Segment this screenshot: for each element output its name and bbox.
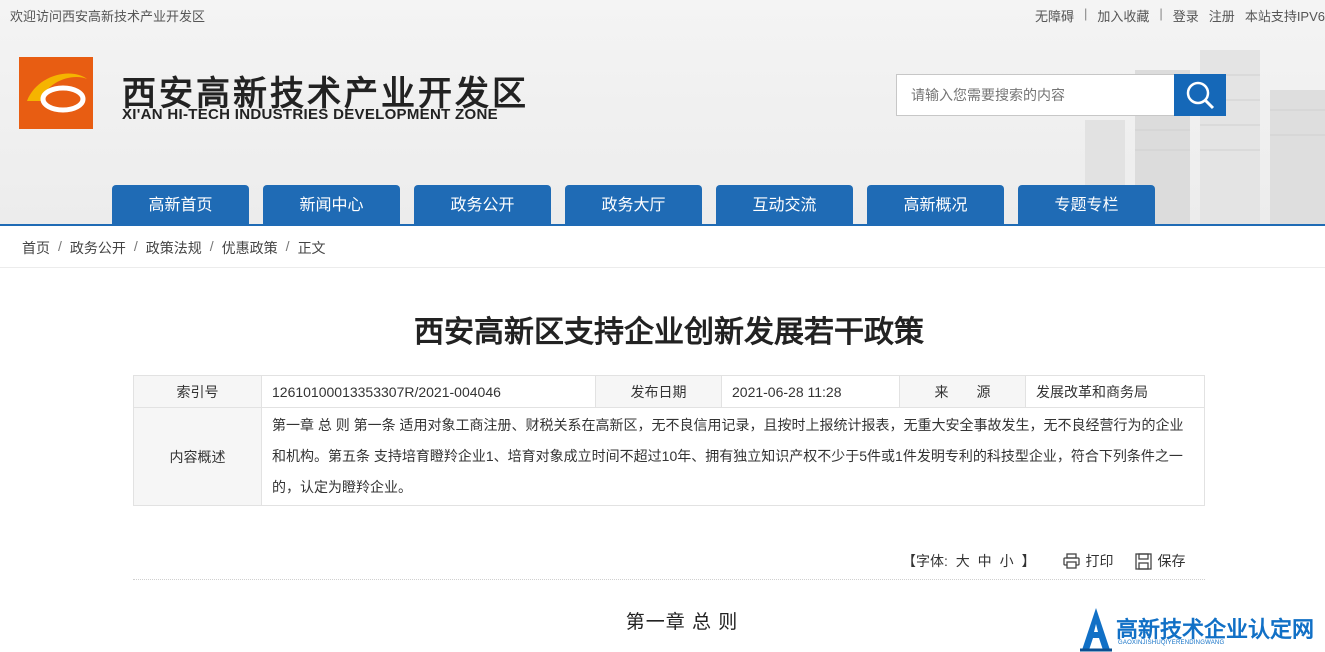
site-watermark-badge: 高新技术企业认定网 GAOXINJISHUQIYERENDINGWANG	[1078, 604, 1325, 652]
login-link[interactable]: 登录	[1173, 6, 1199, 25]
date-label: 发布日期	[595, 375, 722, 408]
top-utility-bar: 欢迎访问西安高新技术产业开发区 无障碍 | 加入收藏 | 登录 注册 本站支持I…	[0, 0, 1325, 28]
source-label: 来 源	[899, 375, 1026, 408]
breadcrumb-separator: /	[209, 238, 214, 254]
save-button[interactable]: 保存	[1135, 551, 1185, 571]
register-link[interactable]: 注册	[1209, 6, 1235, 25]
save-label: 保存	[1157, 553, 1186, 569]
article-tools: 【字体: 大 中 小 】 打印 保存	[902, 551, 1207, 571]
index-label: 索引号	[133, 375, 262, 408]
summary-value: 第一章 总 则 第一条 适用对象工商注册、财税关系在高新区，无不良信用记录，且按…	[261, 407, 1205, 506]
font-size-suffix: 】	[1021, 553, 1036, 569]
search-icon	[1186, 81, 1215, 110]
breadcrumb-preferential-policies[interactable]: 优惠政策	[222, 238, 278, 258]
font-size-control: 【字体: 大 中 小 】	[902, 551, 1039, 571]
breadcrumb-home[interactable]: 首页	[22, 238, 50, 258]
nav-interaction[interactable]: 互动交流	[716, 185, 853, 226]
breadcrumb: 首页 / 政务公开 / 政策法规 / 优惠政策 / 正文	[22, 238, 326, 258]
logo-icon	[19, 57, 93, 129]
nav-service-hall[interactable]: 政务大厅	[565, 185, 702, 226]
link-separator: |	[1083, 6, 1088, 21]
search-input[interactable]	[896, 74, 1176, 116]
breadcrumb-policies[interactable]: 政策法规	[146, 238, 202, 258]
font-small-button[interactable]: 小	[1000, 553, 1014, 569]
main-nav: 高新首页 新闻中心 政务公开 政务大厅 互动交流 高新概况 专题专栏	[112, 185, 1155, 226]
breadcrumb-separator: /	[133, 238, 138, 254]
breadcrumb-separator: /	[58, 238, 62, 254]
top-links: 无障碍 | 加入收藏 | 登录 注册 本站支持IPV6	[1025, 6, 1325, 25]
article-title: 西安高新区支持企业创新发展若干政策	[414, 315, 924, 350]
content-divider	[133, 579, 1205, 580]
ipv6-support-text: 本站支持IPV6	[1244, 9, 1325, 24]
source-value: 发展改革和商务局	[1025, 375, 1205, 408]
accessibility-link[interactable]: 无障碍	[1035, 6, 1074, 25]
nav-underline	[0, 224, 1325, 226]
link-separator: |	[1159, 6, 1163, 21]
welcome-text: 欢迎访问西安高新技术产业开发区	[10, 9, 206, 24]
font-size-prefix: 【字体:	[902, 553, 948, 569]
nav-special-topics[interactable]: 专题专栏	[1018, 185, 1155, 226]
nav-overview[interactable]: 高新概况	[867, 185, 1004, 226]
font-large-button[interactable]: 大	[956, 553, 970, 569]
print-button[interactable]: 打印	[1063, 551, 1113, 571]
save-icon	[1135, 552, 1153, 570]
nav-news[interactable]: 新闻中心	[263, 185, 400, 226]
print-label: 打印	[1085, 553, 1114, 569]
badge-subtitle: GAOXINJISHUQIYERENDINGWANG	[1118, 640, 1225, 646]
breadcrumb-government-affairs[interactable]: 政务公开	[70, 238, 126, 258]
site-title-en: XI'AN HI-TECH INDUSTRIES DEVELOPMENT ZON…	[122, 106, 498, 123]
article-meta-table: 索引号 12610100013353307R/2021-004046 发布日期 …	[133, 375, 1205, 506]
index-value: 12610100013353307R/2021-004046	[261, 375, 596, 408]
nav-government-affairs[interactable]: 政务公开	[414, 185, 551, 226]
printer-icon	[1063, 553, 1081, 569]
search-button[interactable]	[1174, 74, 1226, 116]
summary-label: 内容概述	[133, 407, 262, 506]
breadcrumb-current: 正文	[297, 240, 326, 256]
badge-a-icon	[1080, 608, 1112, 652]
nav-home[interactable]: 高新首页	[112, 185, 249, 226]
add-favorite-link[interactable]: 加入收藏	[1097, 6, 1149, 25]
breadcrumb-separator: /	[285, 238, 290, 254]
font-medium-button[interactable]: 中	[978, 553, 992, 569]
date-value: 2021-06-28 11:28	[721, 375, 900, 408]
